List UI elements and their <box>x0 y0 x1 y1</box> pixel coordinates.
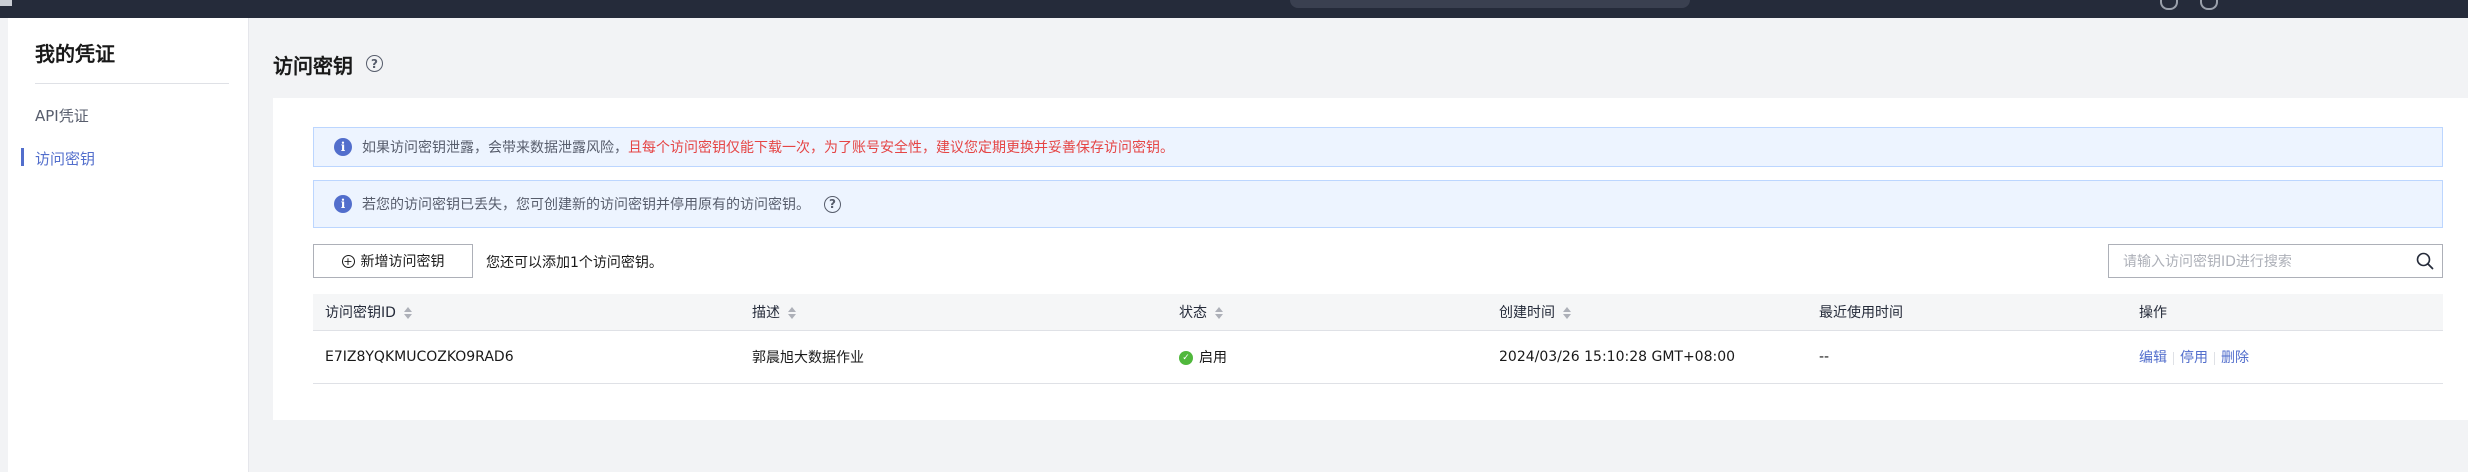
help-icon[interactable] <box>2200 0 2218 10</box>
column-header-last-used: 最近使用时间 <box>1807 294 2127 331</box>
column-header-description[interactable]: 描述 <box>740 294 1167 331</box>
edit-link[interactable]: 编辑 <box>2139 350 2167 366</box>
column-header-created[interactable]: 创建时间 <box>1487 294 1807 331</box>
logo-icon[interactable] <box>0 0 12 6</box>
check-circle-icon: ✓ <box>1179 351 1193 365</box>
column-header-key-id[interactable]: 访问密钥ID <box>313 294 740 331</box>
table-header-row: 访问密钥ID 描述 状态 创建时间 最近使用时间 操作 <box>313 294 2443 331</box>
page-title: 访问密钥 <box>273 54 353 78</box>
cell-status: ✓ 启用 <box>1167 330 1487 384</box>
sort-icon[interactable] <box>1563 307 1571 319</box>
cell-created-time: 2024/03/26 15:10:28 GMT+08:00 <box>1487 330 1807 384</box>
sidebar-item-api-credentials[interactable]: API凭证 <box>35 105 89 126</box>
search-box <box>2108 244 2443 278</box>
cell-last-used-time: -- <box>1807 330 2127 384</box>
sort-icon[interactable] <box>788 307 796 319</box>
help-icon[interactable]: ? <box>824 195 841 213</box>
delete-link[interactable]: 删除 <box>2221 350 2249 366</box>
info-icon: i <box>334 195 352 213</box>
add-access-key-button[interactable]: + 新增访问密钥 <box>313 244 473 278</box>
cell-description: 郭晨旭大数据作业 <box>740 330 1167 384</box>
quota-text: 您还可以添加1个访问密钥。 <box>486 255 663 271</box>
cell-key-id: E7IZ8YQKMUCOZKO9RAD6 <box>313 330 740 384</box>
table-row: E7IZ8YQKMUCOZKO9RAD6 郭晨旭大数据作业 ✓ 启用 2024/0… <box>313 330 2443 384</box>
access-key-panel: i 如果访问密钥泄露，会带来数据泄露风险， 且每个访问密钥仅能下载一次，为了账号安… <box>273 98 2468 420</box>
search-icon[interactable] <box>2416 252 2434 270</box>
plus-circle-icon: + <box>341 254 355 268</box>
notice-text: 如果访问密钥泄露，会带来数据泄露风险， <box>362 140 628 156</box>
notice-warning-text: 且每个访问密钥仅能下载一次，为了账号安全性，建议您定期更换并妥善保存访问密钥。 <box>628 140 1174 156</box>
info-icon: i <box>334 138 352 156</box>
search-input[interactable] <box>2121 251 2405 273</box>
sidebar: 我的凭证 API凭证 访问密钥 <box>8 18 249 472</box>
sort-icon[interactable] <box>403 307 412 319</box>
notice-text: 若您的访问密钥已丢失，您可创建新的访问密钥并停用原有的访问密钥。 <box>362 197 810 213</box>
sidebar-divider <box>35 83 229 84</box>
global-search-bar[interactable] <box>1290 0 1690 8</box>
help-icon[interactable]: ? <box>366 55 383 72</box>
security-warning-notice: i 如果访问密钥泄露，会带来数据泄露风险， 且每个访问密钥仅能下载一次，为了账号安… <box>313 127 2443 167</box>
add-button-label: 新增访问密钥 <box>360 254 445 270</box>
action-divider <box>2214 351 2215 365</box>
status-label: 启用 <box>1199 350 1227 366</box>
disable-link[interactable]: 停用 <box>2180 350 2208 366</box>
sidebar-title: 我的凭证 <box>35 42 115 66</box>
column-header-status[interactable]: 状态 <box>1167 294 1487 331</box>
notification-icon[interactable] <box>2160 0 2178 10</box>
sort-icon[interactable] <box>1215 307 1223 319</box>
action-divider <box>2173 351 2174 365</box>
column-header-actions: 操作 <box>2127 294 2443 331</box>
cell-actions: 编辑 停用 删除 <box>2127 330 2443 384</box>
lost-key-notice: i 若您的访问密钥已丢失，您可创建新的访问密钥并停用原有的访问密钥。 ? <box>313 180 2443 228</box>
sidebar-item-access-keys[interactable]: 访问密钥 <box>20 148 95 169</box>
top-navigation-bar <box>0 0 2468 18</box>
access-key-table: 访问密钥ID 描述 状态 创建时间 最近使用时间 操作 E7IZ8YQKMUCO… <box>313 294 2443 384</box>
